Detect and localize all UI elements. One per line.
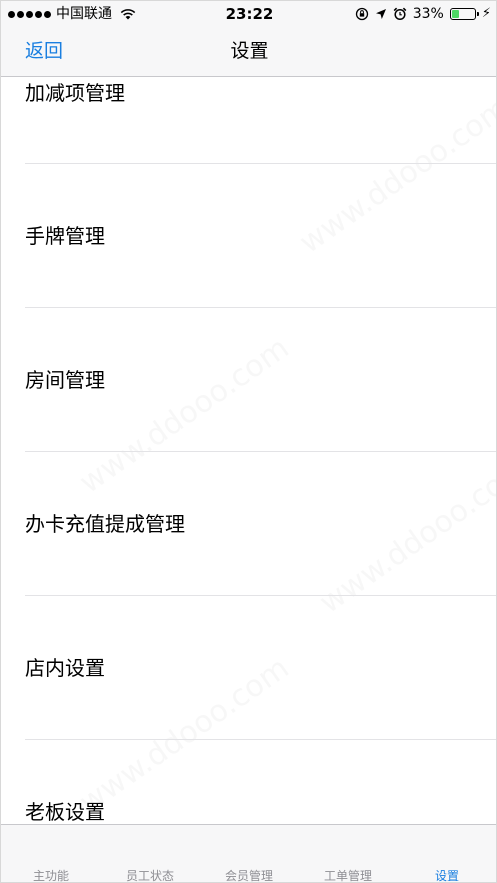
app-screen: 中国联通 23:22 33% ⚡ 返回 设置 www.ddooo.com www… — [0, 0, 497, 883]
tab-bar: 主功能 员工状态 会员管理 工单管理 设置 — [1, 824, 496, 882]
charging-bolt-icon: ⚡ — [481, 6, 491, 21]
status-bar: 中国联通 23:22 33% ⚡ — [1, 1, 496, 27]
orientation-lock-icon — [355, 7, 368, 21]
list-item-label: 办卡充值提成管理 — [25, 512, 185, 536]
list-item-label: 房间管理 — [25, 368, 105, 392]
list-item-label: 手牌管理 — [25, 224, 105, 248]
page-title: 设置 — [230, 40, 269, 62]
tab-main-functions[interactable]: 主功能 — [1, 868, 101, 882]
list-item-label: 店内设置 — [25, 656, 105, 680]
battery-percent: 33% — [412, 6, 444, 22]
list-item-label: 老板设置 — [25, 800, 105, 824]
navigation-bar: 返回 设置 — [1, 27, 496, 77]
alarm-icon — [393, 7, 407, 21]
list-item-card-commission[interactable]: 办卡充值提成管理 — [1, 452, 496, 596]
list-item-room[interactable]: 房间管理 — [1, 308, 496, 452]
tab-settings[interactable]: 设置 — [397, 868, 496, 882]
list-item-store-settings[interactable]: 店内设置 — [1, 596, 496, 740]
list-item-owner-settings[interactable]: 老板设置 — [1, 740, 496, 824]
tab-staff-status[interactable]: 员工状态 — [100, 868, 200, 882]
list-item-add-subtract-items[interactable]: 加减项管理 — [1, 78, 496, 164]
list-item-hand-tag[interactable]: 手牌管理 — [1, 164, 496, 308]
location-arrow-icon — [375, 9, 386, 19]
tab-work-order-management[interactable]: 工单管理 — [298, 868, 398, 882]
battery-icon — [449, 8, 479, 20]
settings-list: www.ddooo.com www.ddooo.com www.ddooo.co… — [1, 78, 496, 824]
list-item-label: 加减项管理 — [25, 81, 125, 105]
status-right: 33% ⚡ — [355, 5, 491, 23]
tab-member-management[interactable]: 会员管理 — [199, 868, 299, 882]
